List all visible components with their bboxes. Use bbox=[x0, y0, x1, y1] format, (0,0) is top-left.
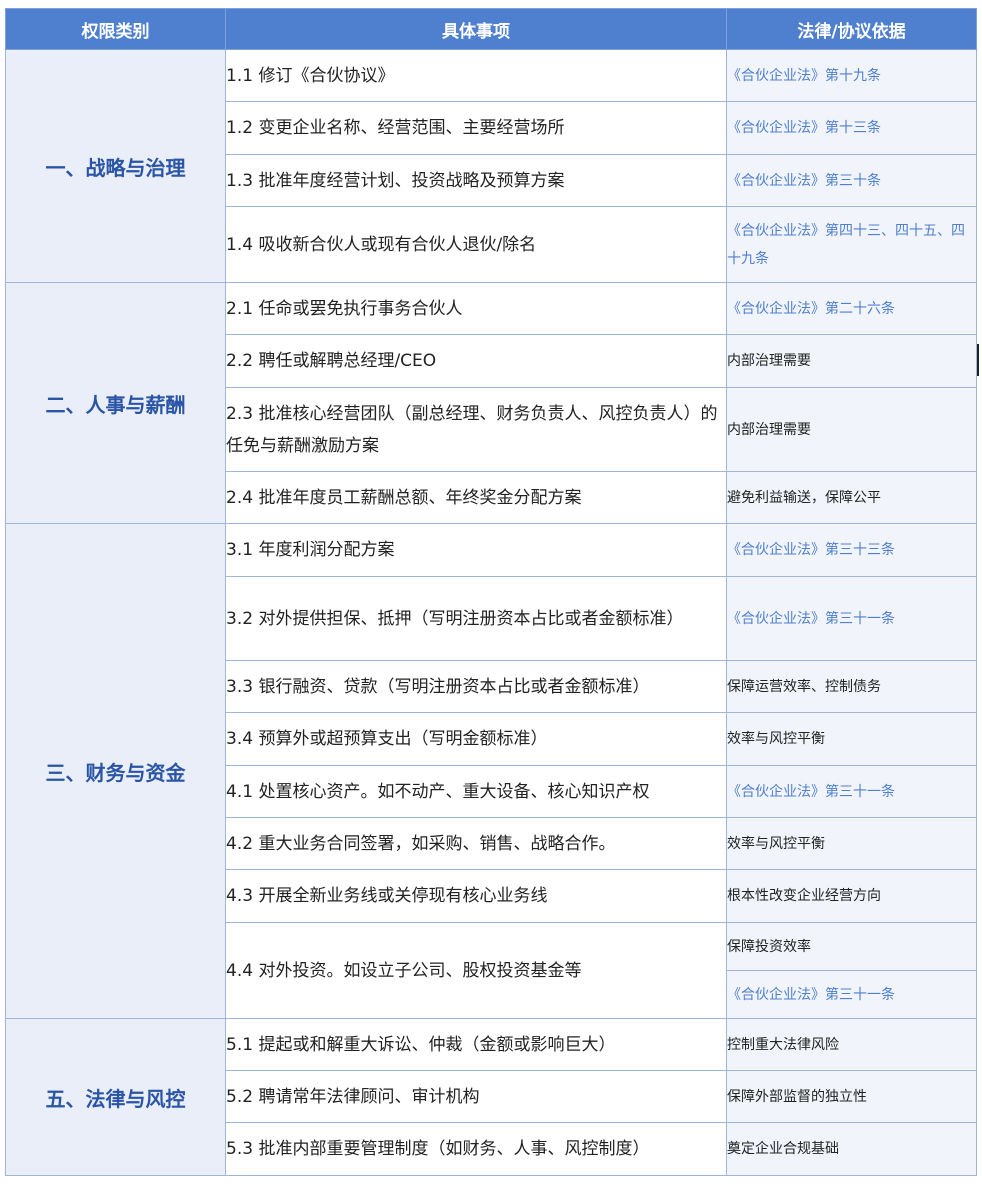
matter-cell: 1.2 变更企业名称、经营范围、主要经营场所 bbox=[225, 101, 727, 155]
basis-cell: 保障投资效率 bbox=[726, 922, 977, 971]
category-cell: 二、人事与薪酬 bbox=[5, 282, 226, 524]
matter-cell: 4.1 处置核心资产。如不动产、重大设备、核心知识产权 bbox=[225, 765, 727, 818]
basis-cell: 《合伙企业法》第十三条 bbox=[726, 101, 977, 155]
matter-cell: 5.2 聘请常年法律顾问、审计机构 bbox=[225, 1070, 727, 1123]
basis-cell: 《合伙企业法》第三十一条 bbox=[726, 576, 977, 661]
matter-cell: 2.2 聘任或解聘总经理/CEO bbox=[225, 334, 727, 388]
matter-cell: 4.3 开展全新业务线或关停现有核心业务线 bbox=[225, 869, 727, 923]
matter-cell: 2.4 批准年度员工薪酬总额、年终奖金分配方案 bbox=[225, 471, 727, 524]
basis-cell: 奠定企业合规基础 bbox=[726, 1122, 977, 1176]
header-basis: 法律/协议依据 bbox=[726, 8, 977, 50]
authority-table: 权限类别 具体事项 法律/协议依据 一、战略与治理 1.1 修订《合伙协议》 《合伙… bbox=[5, 8, 977, 1176]
matter-cell: 4.4 对外投资。如设立子公司、股权投资基金等 bbox=[225, 922, 727, 1019]
matter-cell: 3.2 对外提供担保、抵押（写明注册资本占比或者金额标准） bbox=[225, 576, 727, 661]
basis-cell: 《合伙企业法》第十九条 bbox=[726, 49, 977, 102]
table-row: 三、财务与资金 3.1 年度利润分配方案 《合伙企业法》第三十三条 bbox=[5, 523, 977, 1019]
matter-cell: 3.4 预算外或超预算支出（写明金额标准） bbox=[225, 712, 727, 766]
basis-cell: 效率与风控平衡 bbox=[726, 712, 977, 766]
basis-cell: 避免利益输送，保障公平 bbox=[726, 471, 977, 524]
table-row: 一、战略与治理 1.1 修订《合伙协议》 《合伙企业法》第十九条 bbox=[5, 49, 977, 283]
matter-cell: 1.1 修订《合伙协议》 bbox=[225, 49, 727, 102]
header-row: 权限类别 具体事项 法律/协议依据 bbox=[5, 8, 977, 50]
table-row: 五、法律与风控 5.1 提起或和解重大诉讼、仲裁（金额或影响巨大） 控制重大法律风险 bbox=[5, 1018, 977, 1176]
category-cell: 一、战略与治理 bbox=[5, 49, 226, 283]
matter-cell: 1.4 吸收新合伙人或现有合伙人退伙/除名 bbox=[225, 206, 727, 283]
basis-cell: 《合伙企业法》第三十一条 bbox=[726, 765, 977, 818]
basis-cell: 《合伙企业法》第三十三条 bbox=[726, 523, 977, 577]
basis-cell: 《合伙企业法》第二十六条 bbox=[726, 282, 977, 335]
basis-cell: 保障外部监督的独立性 bbox=[726, 1070, 977, 1123]
basis-cell: 控制重大法律风险 bbox=[726, 1018, 977, 1071]
matter-cell: 1.3 批准年度经营计划、投资战略及预算方案 bbox=[225, 154, 727, 207]
matter-cell: 2.1 任命或罢免执行事务合伙人 bbox=[225, 282, 727, 335]
matter-cell: 5.1 提起或和解重大诉讼、仲裁（金额或影响巨大） bbox=[225, 1018, 727, 1071]
category-cell: 三、财务与资金 bbox=[5, 523, 226, 1019]
basis-cell: 《合伙企业法》第三十一条 bbox=[726, 970, 977, 1019]
basis-cell: 效率与风控平衡 bbox=[726, 817, 977, 870]
matter-cell: 3.3 银行融资、贷款（写明注册资本占比或者金额标准） bbox=[225, 660, 727, 713]
basis-cell: 根本性改变企业经营方向 bbox=[726, 869, 977, 923]
matter-cell: 4.2 重大业务合同签署，如采购、销售、战略合作。 bbox=[225, 817, 727, 870]
matter-cell: 3.1 年度利润分配方案 bbox=[225, 523, 727, 577]
matter-cell: 2.3 批准核心经营团队（副总经理、财务负责人、风控负责人）的任免与薪酬激励方案 bbox=[225, 387, 727, 472]
basis-cell: 《合伙企业法》第四十三、四十五、四十九条 bbox=[726, 206, 977, 283]
header-matter: 具体事项 bbox=[225, 8, 727, 50]
header-category: 权限类别 bbox=[5, 8, 226, 50]
table-row: 二、人事与薪酬 2.1 任命或罢免执行事务合伙人 《合伙企业法》第二十六条 bbox=[5, 282, 977, 524]
category-cell: 五、法律与风控 bbox=[5, 1018, 226, 1176]
basis-cell: 保障运营效率、控制债务 bbox=[726, 660, 977, 713]
table-body: 一、战略与治理 1.1 修订《合伙协议》 《合伙企业法》第十九条 1.2 变更企业名称… bbox=[5, 49, 977, 1176]
basis-cell: 《合伙企业法》第三十条 bbox=[726, 154, 977, 207]
matter-cell: 5.3 批准内部重要管理制度（如财务、人事、风控制度） bbox=[225, 1122, 727, 1176]
basis-cell: 内部治理需要 bbox=[726, 334, 977, 388]
text-cursor bbox=[977, 344, 979, 376]
basis-cell: 内部治理需要 bbox=[726, 387, 977, 472]
